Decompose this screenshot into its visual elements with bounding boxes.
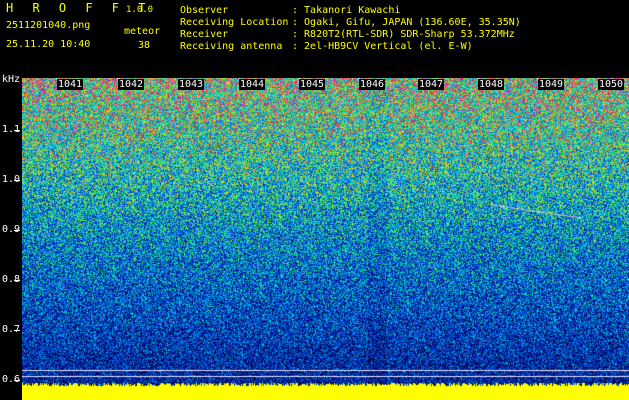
frequency-unit-label: kHz xyxy=(2,74,21,85)
freq-tick-mark xyxy=(14,230,20,231)
minute-label: 1041 xyxy=(57,79,84,90)
info-label-antenna: Receiving antenna xyxy=(180,41,283,52)
info-label-observer: Observer xyxy=(180,5,229,16)
freq-tick-mark xyxy=(14,130,20,131)
minute-label: 1047 xyxy=(418,79,445,90)
minute-label: 1046 xyxy=(359,79,386,90)
capture-datetime: 25.11.20 10:40 xyxy=(6,39,91,50)
meteor-count: 38 xyxy=(138,40,151,51)
info-value-antenna: : 2el-HB9CV Vertical (el. E-W) xyxy=(292,41,473,52)
spectrogram-canvas xyxy=(22,78,629,400)
minute-label: 1044 xyxy=(239,79,266,90)
app-version: 1.0.0 xyxy=(126,5,154,15)
minute-label: 1045 xyxy=(299,79,326,90)
freq-tick-mark xyxy=(14,280,20,281)
freq-tick-mark xyxy=(14,380,20,381)
spectrogram-plot xyxy=(22,78,629,400)
minute-label: 1043 xyxy=(178,79,205,90)
minute-label: 1048 xyxy=(478,79,505,90)
info-value-location: : Ogaki, Gifu, JAPAN (136.60E, 35.35N) xyxy=(292,17,521,28)
header-panel: H R O F F T 1.0.0 2511201040.png 25.11.2… xyxy=(0,0,629,74)
info-value-receiver: : R820T2(RTL-SDR) SDR-Sharp 53.372MHz xyxy=(292,29,515,40)
minute-label: 1042 xyxy=(118,79,145,90)
minute-label: 1049 xyxy=(538,79,565,90)
info-label-receiver: Receiver xyxy=(180,29,229,40)
freq-tick-mark xyxy=(14,330,20,331)
info-value-observer: : Takanori Kawachi xyxy=(292,5,401,16)
info-label-location: Receiving Location xyxy=(180,17,289,28)
image-filename: 2511201040.png xyxy=(6,20,91,31)
mode-label: meteor xyxy=(124,26,161,37)
minute-label: 1050 xyxy=(598,79,625,90)
freq-tick-mark xyxy=(14,180,20,181)
